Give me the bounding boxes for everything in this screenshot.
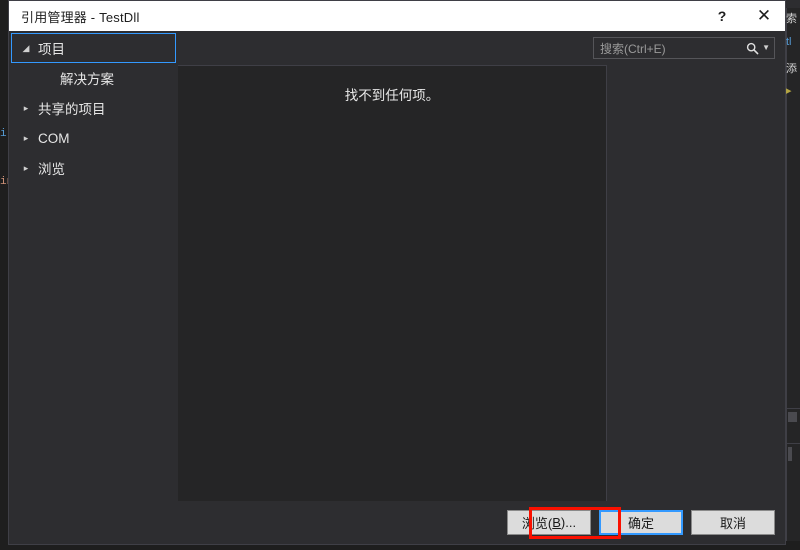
search-row: 搜索(Ctrl+E) ▼ [178, 31, 785, 65]
search-controls: ▼ [746, 42, 770, 55]
dialog-title: 引用管理器 - TestDll [21, 9, 140, 25]
dialog-body: ◢ 项目 解决方案 ▸ 共享的项目 ▸ COM ▸ 浏览 搜索(Ctrl+E) … [9, 31, 785, 501]
browse-button-prefix: 浏览( [521, 516, 553, 531]
triangle-right-icon[interactable]: ▸ [18, 103, 34, 113]
browse-button[interactable]: 浏览(B)... [507, 510, 591, 535]
chevron-down-icon[interactable]: ▼ [762, 44, 770, 52]
browse-button-suffix: )... [560, 515, 577, 530]
sidebar-item-projects[interactable]: ◢ 项目 [11, 33, 176, 63]
search-icon[interactable] [746, 42, 759, 55]
reference-manager-dialog: 引用管理器 - TestDll ? ✕ ◢ 项目 解决方案 ▸ 共享的项目 ▸ … [8, 0, 786, 545]
content-area: 搜索(Ctrl+E) ▼ 找不到任何项。 [178, 31, 785, 501]
sidebar-item-browse[interactable]: ▸ 浏览 [11, 153, 176, 183]
cancel-button[interactable]: 取消 [691, 510, 775, 535]
background-panel-divider [786, 443, 800, 444]
triangle-right-icon[interactable]: ▸ [18, 133, 34, 143]
triangle-down-icon[interactable]: ◢ [18, 43, 34, 53]
category-sidebar: ◢ 项目 解决方案 ▸ 共享的项目 ▸ COM ▸ 浏览 [9, 31, 178, 501]
sidebar-item-shared-projects[interactable]: ▸ 共享的项目 [11, 93, 176, 123]
triangle-right-icon[interactable]: ▸ [18, 163, 34, 173]
ok-button[interactable]: 确定 [599, 510, 683, 535]
background-panel-divider [786, 408, 800, 409]
background-side-panel [786, 0, 800, 550]
titlebar-button-group: ? ✕ [701, 1, 785, 31]
background-panel-text: ▸ [786, 85, 792, 97]
empty-state-message: 找不到任何项。 [344, 88, 440, 103]
sidebar-item-label: 项目 [38, 42, 65, 57]
sidebar-item-solution[interactable]: 解决方案 [11, 63, 176, 93]
background-panel-text: 索 [786, 13, 797, 25]
screen: ir in 索 tl 添 ▸ 引用管理器 - TestDll ? ✕ [0, 0, 800, 550]
sidebar-item-label: 浏览 [38, 162, 65, 177]
sidebar-item-label: 共享的项目 [38, 102, 106, 117]
background-scrollbar-thumb[interactable] [788, 412, 797, 422]
close-icon[interactable]: ✕ [743, 1, 785, 31]
background-panel-header [786, 0, 800, 8]
background-panel-text: tl [786, 36, 792, 48]
help-icon[interactable]: ? [701, 1, 743, 31]
search-input[interactable]: 搜索(Ctrl+E) ▼ [593, 37, 775, 59]
sidebar-item-label: COM [38, 130, 70, 146]
sidebar-item-label: 解决方案 [60, 72, 114, 87]
background-scrollbar-thumb[interactable] [788, 447, 792, 461]
search-placeholder: 搜索(Ctrl+E) [600, 41, 666, 56]
dialog-footer: 浏览(B)... 确定 取消 [9, 501, 785, 544]
sidebar-item-com[interactable]: ▸ COM [11, 123, 176, 153]
background-panel-text: 添 [786, 63, 797, 75]
reference-list: 找不到任何项。 [178, 65, 607, 501]
dialog-titlebar: 引用管理器 - TestDll ? ✕ [9, 1, 785, 31]
browse-button-accel: B [552, 515, 561, 530]
